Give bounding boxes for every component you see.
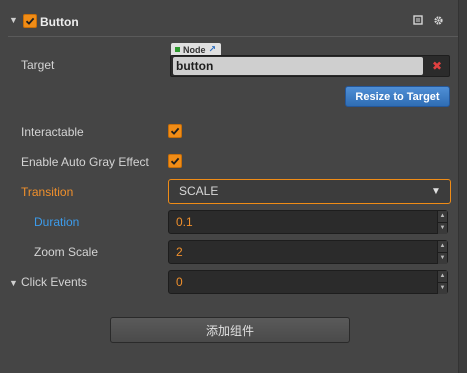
dropdown-arrow-icon[interactable]: ▼ — [431, 186, 441, 197]
transition-label: Transition — [21, 185, 74, 199]
checkmark-icon — [170, 127, 180, 135]
duration-label: Duration — [34, 215, 80, 229]
duration-stepper[interactable]: ▲ ▼ — [437, 211, 447, 234]
checkmark-icon — [25, 17, 35, 25]
add-component-button[interactable]: 添加组件 — [110, 317, 350, 343]
component-enabled-checkbox[interactable] — [23, 14, 37, 28]
gear-icon[interactable] — [433, 15, 444, 29]
stepper-down-icon[interactable]: ▼ — [438, 253, 447, 264]
stepper-down-icon[interactable]: ▼ — [438, 223, 447, 234]
checkmark-icon — [170, 157, 180, 165]
scrollbar[interactable] — [458, 0, 467, 373]
duration-input[interactable]: 0.1 — [168, 210, 448, 234]
click-events-collapse-icon[interactable]: ▼ — [9, 278, 18, 288]
node-dot-icon — [175, 47, 180, 52]
zoom-scale-input[interactable]: 2 — [168, 240, 448, 264]
external-link-icon[interactable]: ↗ — [209, 44, 217, 55]
click-events-label: Click Events — [21, 275, 88, 289]
interactable-label: Interactable — [21, 125, 84, 139]
zoom-scale-stepper[interactable]: ▲ ▼ — [437, 241, 447, 264]
stepper-down-icon[interactable]: ▼ — [438, 283, 447, 294]
collapse-triangle-icon[interactable]: ▼ — [9, 15, 18, 25]
stepper-up-icon[interactable]: ▲ — [438, 241, 447, 253]
interactable-checkbox[interactable] — [168, 124, 182, 138]
stepper-up-icon[interactable]: ▲ — [438, 211, 447, 223]
auto-gray-checkbox[interactable] — [168, 154, 182, 168]
click-events-stepper[interactable]: ▲ ▼ — [437, 271, 447, 294]
target-label: Target — [21, 58, 55, 72]
clear-target-icon[interactable]: ✖ — [430, 57, 444, 75]
click-events-count-input[interactable]: 0 — [168, 270, 448, 294]
node-tag-label: Node — [183, 44, 206, 55]
auto-gray-label: Enable Auto Gray Effect — [21, 155, 149, 169]
resize-to-target-button[interactable]: Resize to Target — [345, 86, 450, 107]
book-icon[interactable] — [413, 15, 423, 28]
stepper-up-icon[interactable]: ▲ — [438, 271, 447, 283]
transition-dropdown[interactable]: SCALE — [168, 179, 451, 204]
zoom-scale-label: Zoom Scale — [34, 245, 99, 259]
header-divider — [8, 36, 458, 37]
target-value[interactable]: button — [173, 57, 423, 75]
component-title: Button — [40, 15, 79, 29]
